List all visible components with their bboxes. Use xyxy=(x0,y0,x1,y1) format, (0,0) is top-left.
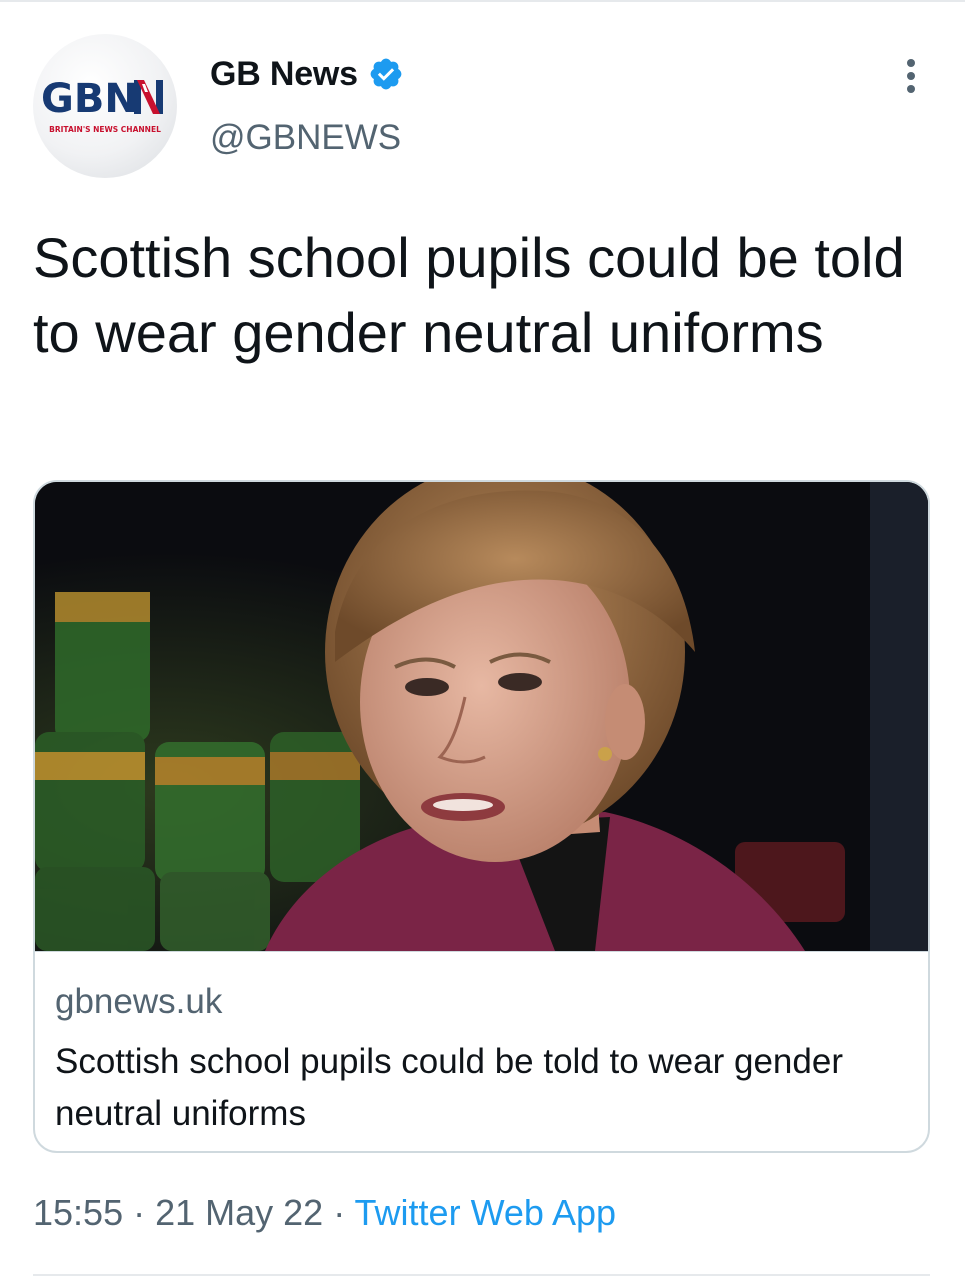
author-display-name[interactable]: GB News xyxy=(210,55,358,94)
logo-text: GBN xyxy=(41,76,138,122)
gbn-logo: GBN BRITAIN'S NEWS CHANNEL xyxy=(41,76,163,134)
author-name-row[interactable]: GB News xyxy=(210,52,404,96)
author-handle[interactable]: @GBNEWS xyxy=(210,118,401,158)
tweet-source-link[interactable]: Twitter Web App xyxy=(355,1192,616,1233)
tweet-meta: 15:55 · 21 May 22 · Twitter Web App xyxy=(33,1192,616,1234)
card-body[interactable]: gbnews.uk Scottish school pupils could b… xyxy=(35,951,928,1133)
card-image[interactable] xyxy=(35,482,928,951)
author-avatar[interactable]: GBN BRITAIN'S NEWS CHANNEL xyxy=(33,34,177,178)
card-domain: gbnews.uk xyxy=(55,982,223,1021)
meta-separator-1: · xyxy=(123,1192,156,1233)
verified-badge-icon xyxy=(368,56,404,92)
meta-separator-2: · xyxy=(323,1192,355,1233)
more-vertical-icon[interactable] xyxy=(896,56,926,96)
article-photo xyxy=(35,482,928,951)
top-divider xyxy=(0,0,965,2)
card-title: Scottish school pupils could be told to … xyxy=(55,1042,843,1133)
tweet-date[interactable]: 21 May 22 xyxy=(155,1192,323,1233)
tweet-text: Scottish school pupils could be told to … xyxy=(33,226,905,364)
tweet-time[interactable]: 15:55 xyxy=(33,1192,123,1233)
link-preview-card[interactable]: gbnews.uk Scottish school pupils could b… xyxy=(33,480,930,1153)
bottom-divider xyxy=(33,1274,930,1276)
logo-tagline: BRITAIN'S NEWS CHANNEL xyxy=(49,125,161,134)
